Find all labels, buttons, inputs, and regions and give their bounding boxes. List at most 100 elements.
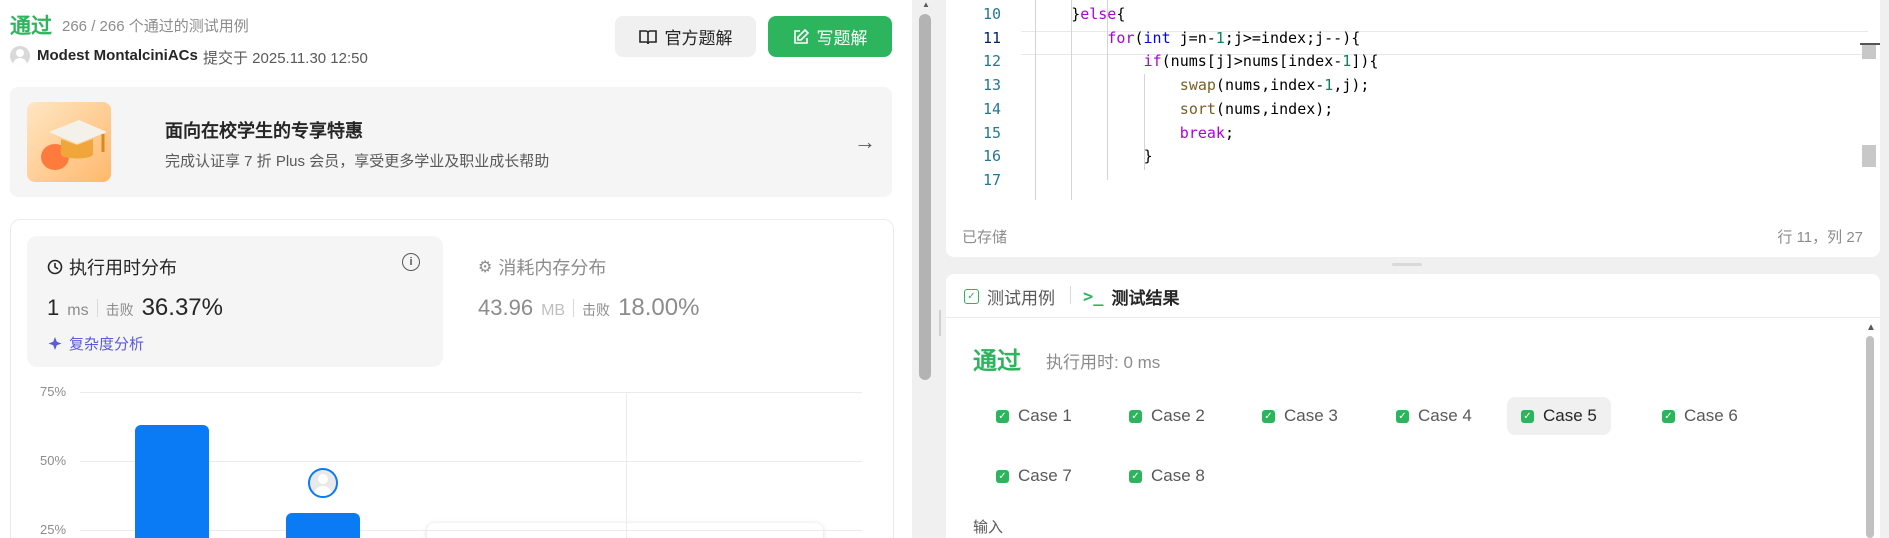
- tab-test-cases[interactable]: ✓ 测试用例: [964, 284, 1055, 309]
- scrollbar-thumb[interactable]: [919, 14, 931, 380]
- graduation-cap-illustration: [27, 102, 111, 182]
- memory-heading[interactable]: ⚙ 消耗内存分布: [478, 254, 606, 280]
- memory-beat-pct: 18.00%: [618, 294, 700, 321]
- test-case-label: Case 4: [1418, 406, 1472, 425]
- indent-guide: [1071, 0, 1073, 200]
- test-case-label: Case 3: [1284, 406, 1338, 425]
- divider: [96, 299, 98, 317]
- tab-divider: [1070, 286, 1071, 304]
- user-name[interactable]: Modest MontalciniACs: [37, 47, 198, 64]
- memory-value: 43.96: [478, 295, 534, 320]
- y-tick-label: 25%: [40, 522, 67, 537]
- check-icon: ✓: [1521, 409, 1534, 423]
- check-icon: ✓: [1396, 409, 1409, 423]
- cursor-position: 行 11，列 27: [1777, 229, 1863, 246]
- code-line[interactable]: swap(nums,index-1,j);: [1180, 76, 1370, 94]
- test-case-label: Case 2: [1151, 406, 1205, 425]
- indent-guide: [1143, 74, 1145, 170]
- promo-banner[interactable]: 面向在校学生的专享特惠 完成认证享 7 折 Plus 会员，享受更多学业及职业成…: [10, 87, 892, 197]
- indent-guide: [1035, 0, 1036, 200]
- panel-resize-handle[interactable]: [1392, 263, 1422, 266]
- test-case-label: Case 7: [1018, 466, 1072, 485]
- code-line[interactable]: for(int j=n-1;j>=index;j--){: [1107, 29, 1360, 47]
- memory-stat: 43.96 MB 击败 18.00%: [478, 294, 699, 322]
- complexity-analysis-link[interactable]: 复杂度分析: [47, 333, 144, 354]
- results-scrollbar-thumb[interactable]: [1866, 336, 1874, 538]
- runtime-heading-label: 执行用时分布: [69, 258, 177, 278]
- test-case-tab[interactable]: ✓ Case 1: [982, 397, 1086, 435]
- line-number: 13: [982, 76, 1001, 95]
- test-case-tab[interactable]: ✓ Case 4: [1382, 397, 1486, 435]
- chart-bar[interactable]: [135, 425, 209, 538]
- official-solution-label: 官方题解: [664, 29, 733, 48]
- code-line[interactable]: if(nums[j]>nums[index-1]){: [1144, 52, 1379, 70]
- test-case-label: Case 6: [1684, 406, 1738, 425]
- complexity-label: 复杂度分析: [69, 336, 145, 353]
- vertical-resize-handle[interactable]: [939, 310, 941, 336]
- chart-bar[interactable]: [286, 513, 360, 538]
- runtime-heading: 执行用时分布: [47, 254, 177, 280]
- user-avatar[interactable]: [10, 46, 30, 66]
- line-number: 15: [982, 123, 1001, 142]
- test-case-tab[interactable]: ✓ Case 6: [1648, 397, 1752, 435]
- write-solution-button[interactable]: 写题解: [768, 16, 892, 57]
- scroll-up-arrow-icon[interactable]: ▲: [922, 0, 930, 9]
- line-number: 11: [982, 28, 1001, 47]
- my-submission-avatar-marker[interactable]: [308, 468, 338, 498]
- runtime-value: 1: [47, 295, 60, 320]
- memory-beat-label: 击败: [582, 302, 611, 318]
- runtime-beat-pct: 36.37%: [141, 294, 223, 321]
- edit-icon: [793, 28, 809, 44]
- test-case-tab[interactable]: ✓ Case 5: [1507, 397, 1611, 435]
- minimap-cursor: [1860, 43, 1880, 45]
- runtime-unit: ms: [67, 302, 89, 319]
- clock-icon: [47, 259, 63, 275]
- line-number: 10: [982, 5, 1001, 23]
- memory-heading-label: 消耗内存分布: [498, 258, 607, 278]
- result-status: 通过: [973, 348, 1021, 375]
- indent-guide: [1107, 0, 1109, 180]
- minimap-marker: [1862, 43, 1876, 59]
- code-line[interactable]: }: [1144, 147, 1153, 165]
- gridline: [626, 392, 627, 538]
- tab-test-result-label: 测试结果: [1111, 289, 1180, 308]
- promo-title: 面向在校学生的专享特惠: [165, 121, 363, 141]
- test-case-tab[interactable]: ✓ Case 3: [1248, 397, 1352, 435]
- info-icon[interactable]: i: [402, 253, 420, 271]
- write-solution-label: 写题解: [816, 29, 868, 48]
- line-number: 16: [982, 147, 1001, 166]
- results-divider: [946, 317, 1880, 318]
- test-case-tab[interactable]: ✓ Case 2: [1115, 397, 1219, 435]
- test-case-label: Case 1: [1018, 406, 1072, 425]
- check-icon: ✓: [996, 469, 1009, 483]
- code-line[interactable]: break;: [1180, 124, 1234, 142]
- official-solution-button[interactable]: 官方题解: [615, 16, 756, 57]
- tab-test-result[interactable]: >_ 测试结果: [1083, 284, 1179, 309]
- test-case-label: Case 5: [1543, 406, 1597, 425]
- check-icon: ✓: [1662, 409, 1675, 423]
- line-number: 14: [982, 99, 1001, 118]
- divider: [573, 299, 575, 317]
- arrow-right-icon: →: [854, 129, 876, 154]
- book-icon: [638, 29, 657, 44]
- code-line[interactable]: sort(nums,index);: [1180, 100, 1334, 118]
- input-label: 输入: [973, 519, 1004, 536]
- y-tick-label: 50%: [40, 453, 67, 468]
- checkbox-icon: ✓: [964, 289, 979, 304]
- sparkle-icon: [48, 336, 62, 350]
- result-runtime: 执行用时: 0 ms: [1046, 353, 1161, 372]
- terminal-icon: >_: [1083, 286, 1104, 307]
- scroll-up-arrow-icon[interactable]: ▲: [1866, 322, 1876, 333]
- test-case-tab[interactable]: ✓ Case 7: [982, 457, 1086, 495]
- test-case-tab[interactable]: ✓ Case 8: [1115, 457, 1219, 495]
- check-icon: ✓: [1129, 469, 1142, 483]
- runtime-stat: 1 ms 击败 36.37%: [47, 294, 223, 322]
- check-icon: ✓: [1129, 409, 1142, 423]
- y-tick-label: 75%: [40, 384, 67, 399]
- promo-subtitle: 完成认证享 7 折 Plus 会员，享受更多学业及职业成长帮助: [165, 153, 550, 170]
- gridline: [80, 392, 862, 393]
- save-status: 已存储: [962, 229, 1008, 246]
- runtime-beat-label: 击败: [105, 302, 134, 318]
- code-line[interactable]: }else{: [1071, 5, 1125, 23]
- tab-test-cases-label: 测试用例: [987, 289, 1055, 308]
